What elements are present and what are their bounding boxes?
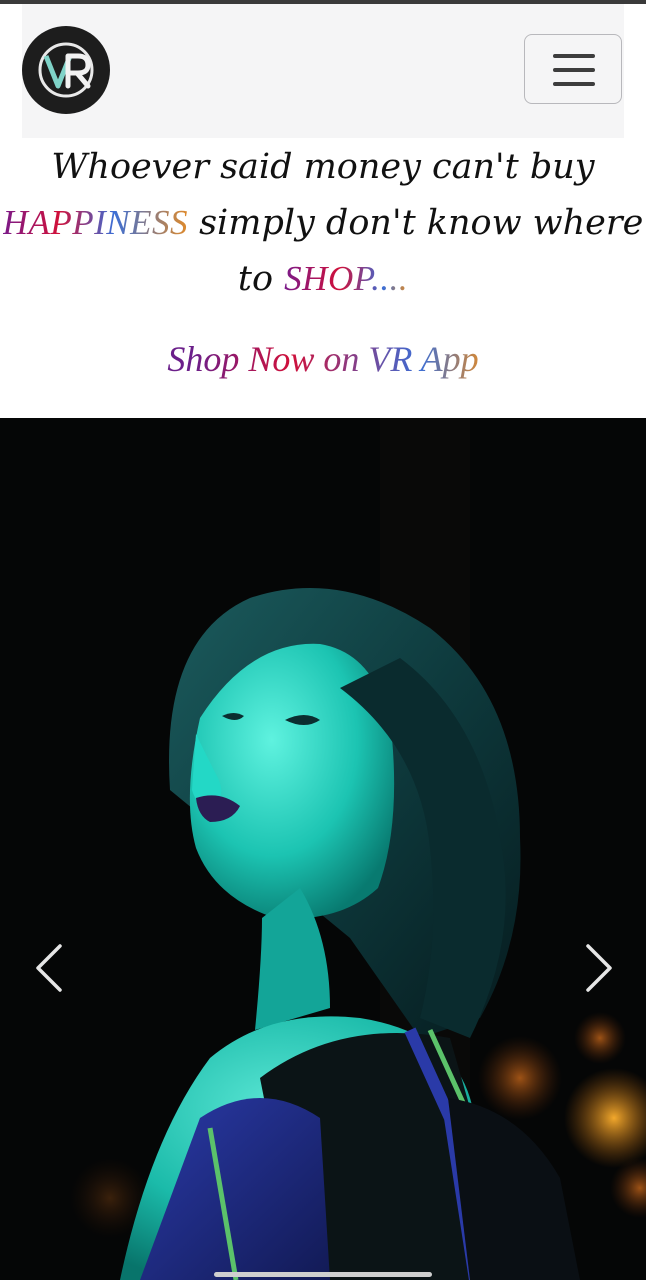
hamburger-menu-button[interactable]: [524, 34, 622, 104]
vr-logo-mark: [38, 42, 94, 98]
hamburger-icon: [553, 54, 595, 58]
chevron-right-icon: [586, 944, 612, 992]
vr-logo[interactable]: [22, 26, 110, 114]
tagline-line-3: to SHOP....: [0, 251, 646, 307]
happiness-word: HAPPINESS: [2, 203, 188, 242]
chevron-left-icon: [36, 944, 62, 992]
tagline-line-1: Whoever said money can't buy: [51, 147, 595, 187]
shop-now-link[interactable]: Shop Now on VR App: [0, 338, 646, 380]
hamburger-icon-bar: [553, 68, 595, 72]
image-carousel[interactable]: [0, 418, 646, 1280]
tagline-text-3: to: [237, 259, 285, 299]
hero-tagline: Whoever said money can't buy HAPPINESS s…: [0, 140, 646, 307]
home-indicator: [214, 1272, 432, 1277]
tagline-line-2: HAPPINESS simply don't know where: [0, 195, 646, 251]
carousel-prev-button[interactable]: [30, 940, 70, 996]
shop-word: SHOP....: [284, 259, 409, 298]
carousel-next-button[interactable]: [578, 940, 618, 996]
tagline-text-2: simply don't know where: [187, 203, 644, 243]
carousel-photo: [0, 418, 646, 1280]
hamburger-icon-bar: [553, 82, 595, 86]
